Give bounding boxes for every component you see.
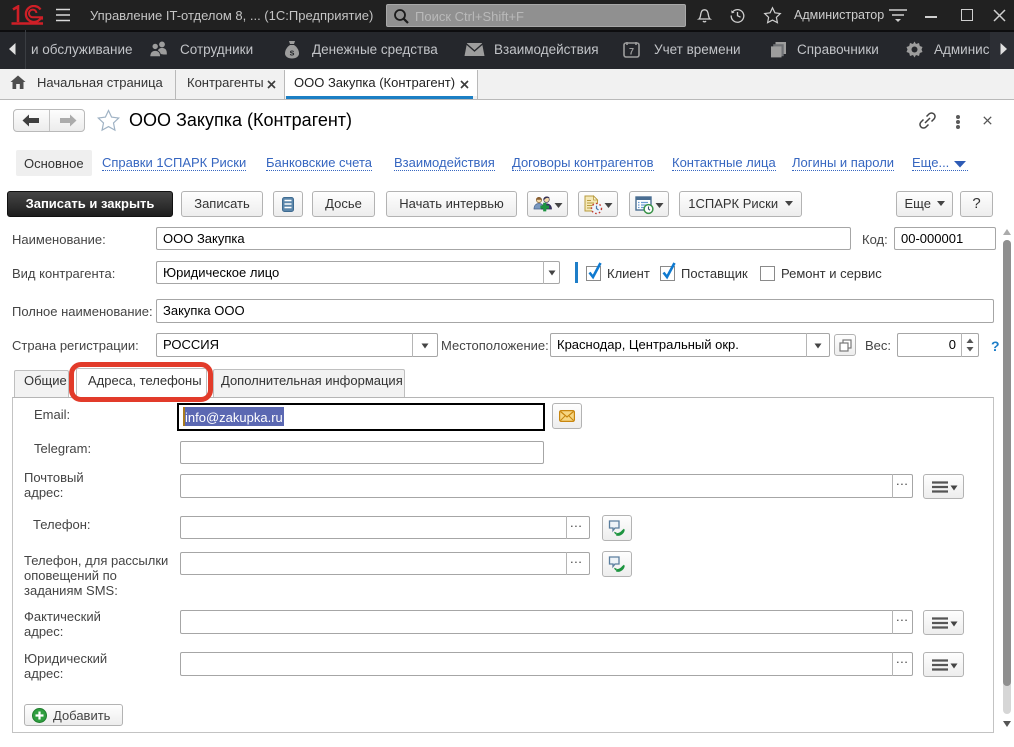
svg-text:7: 7	[629, 47, 634, 57]
svg-text:s: s	[289, 48, 294, 58]
